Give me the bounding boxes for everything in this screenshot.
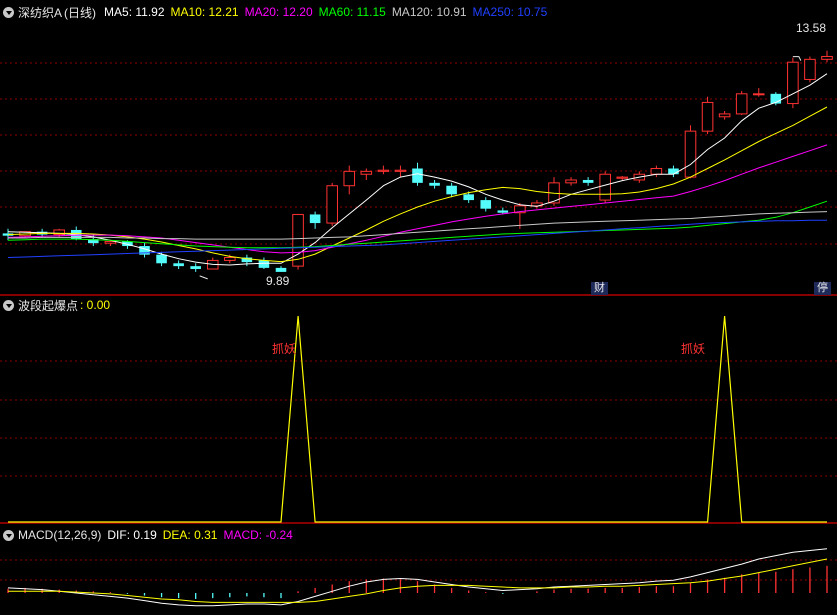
- min-pointer: [199, 275, 208, 280]
- candle-body: [480, 200, 492, 209]
- candle-body: [684, 130, 697, 178]
- candle-body: [565, 179, 577, 184]
- candle-body: [326, 185, 338, 224]
- main-header: 深纺织A (日线) MA5: 11.92 MA10: 12.21 MA20: 1…: [0, 3, 553, 21]
- candle-body: [446, 185, 457, 195]
- candle: [309, 211, 321, 229]
- min-price-label: 9.89: [266, 274, 290, 288]
- candle: [701, 96, 714, 135]
- candle: [718, 111, 731, 120]
- candle: [173, 260, 184, 270]
- max-pointer: [792, 56, 802, 61]
- candle-body: [190, 266, 201, 270]
- candle-body: [343, 170, 356, 187]
- candle: [446, 182, 457, 198]
- candle-body: [582, 179, 594, 183]
- candle-body: [309, 214, 321, 224]
- chart-canvas: [0, 50, 837, 607]
- dif-line: [7, 548, 828, 607]
- finance-marker[interactable]: 财: [591, 282, 608, 295]
- candle-body: [599, 173, 611, 201]
- candle: [360, 168, 373, 180]
- indicator-header: 波段起爆点 : 0.00: [0, 296, 116, 314]
- candle-body: [718, 113, 731, 118]
- candle-body: [394, 169, 407, 172]
- candle-body: [668, 168, 679, 175]
- candle: [326, 182, 338, 226]
- candle: [565, 177, 577, 186]
- ma5-label: MA5: 11.92: [104, 5, 165, 19]
- candle: [752, 88, 765, 97]
- dea-label: DEA: 0.31: [162, 528, 218, 542]
- candle-body: [275, 267, 287, 272]
- stock-title: 深纺织A: [18, 5, 63, 20]
- candle-body: [804, 58, 816, 80]
- macd-name: MACD(12,26,9): [18, 528, 102, 542]
- candle-body: [104, 240, 117, 244]
- candle: [821, 50, 833, 63]
- dif-label: DIF: 0.19: [107, 528, 157, 542]
- chevron-down-icon[interactable]: [3, 6, 14, 18]
- candle-body: [258, 260, 270, 268]
- indicator-value: : 0.00: [80, 298, 111, 312]
- candle: [480, 197, 492, 212]
- period-label: (日线): [64, 5, 97, 20]
- candle: [292, 213, 304, 270]
- candle: [275, 266, 287, 272]
- signal-label-1: 抓妖: [272, 342, 297, 356]
- ma-line-ma60: [7, 200, 828, 249]
- chevron-down-icon[interactable]: [3, 299, 14, 311]
- candle-body: [616, 176, 629, 179]
- candle-body: [497, 210, 509, 213]
- candle: [377, 165, 390, 175]
- grid-lines: [0, 62, 837, 581]
- ma10-label: MA10: 12.21: [170, 5, 239, 19]
- chevron-down-icon[interactable]: [3, 529, 14, 541]
- candle: [582, 177, 594, 186]
- candle-body: [650, 167, 663, 175]
- candle: [394, 165, 407, 178]
- candle-body: [821, 55, 833, 60]
- ma120-label: MA120: 10.91: [391, 5, 467, 19]
- dea-line: [8, 558, 828, 603]
- max-price-label: 13.58: [796, 21, 827, 35]
- candle: [206, 257, 219, 270]
- candle-body: [701, 101, 714, 132]
- candle: [735, 90, 748, 116]
- candle-body: [752, 93, 765, 96]
- candle: [343, 165, 356, 195]
- macd-value-label: MACD: -0.24: [223, 528, 293, 542]
- candle: [668, 165, 679, 178]
- signal-label-2: 抓妖: [681, 342, 706, 356]
- indicator-name: 波段起爆点: [18, 298, 79, 313]
- candle-body: [429, 182, 440, 186]
- candle-body: [224, 257, 236, 261]
- candle: [650, 165, 663, 178]
- candle-body: [412, 168, 423, 183]
- candle-body: [173, 263, 184, 267]
- candle: [429, 179, 440, 189]
- ma60-label: MA60: 11.15: [318, 5, 386, 19]
- candle-body: [377, 169, 390, 172]
- candle-body: [360, 170, 373, 175]
- candle-body: [156, 254, 167, 264]
- candle: [804, 56, 816, 83]
- ma-line-ma20: [7, 144, 828, 254]
- candle-body: [463, 194, 474, 201]
- ma250-label: MA250: 10.75: [472, 5, 548, 19]
- candle: [787, 57, 799, 109]
- candle: [190, 263, 201, 272]
- candlestick-plot: [2, 50, 833, 280]
- suspend-marker[interactable]: 停: [814, 282, 831, 295]
- macd-header: MACD(12,26,9) DIF: 0.19 DEA: 0.31 MACD: …: [0, 526, 299, 544]
- ma20-label: MA20: 12.20: [244, 5, 313, 19]
- candle-body: [735, 93, 748, 115]
- candle: [684, 125, 697, 179]
- candle-body: [787, 61, 799, 105]
- candle: [599, 171, 611, 203]
- macd-plot: [7, 548, 828, 607]
